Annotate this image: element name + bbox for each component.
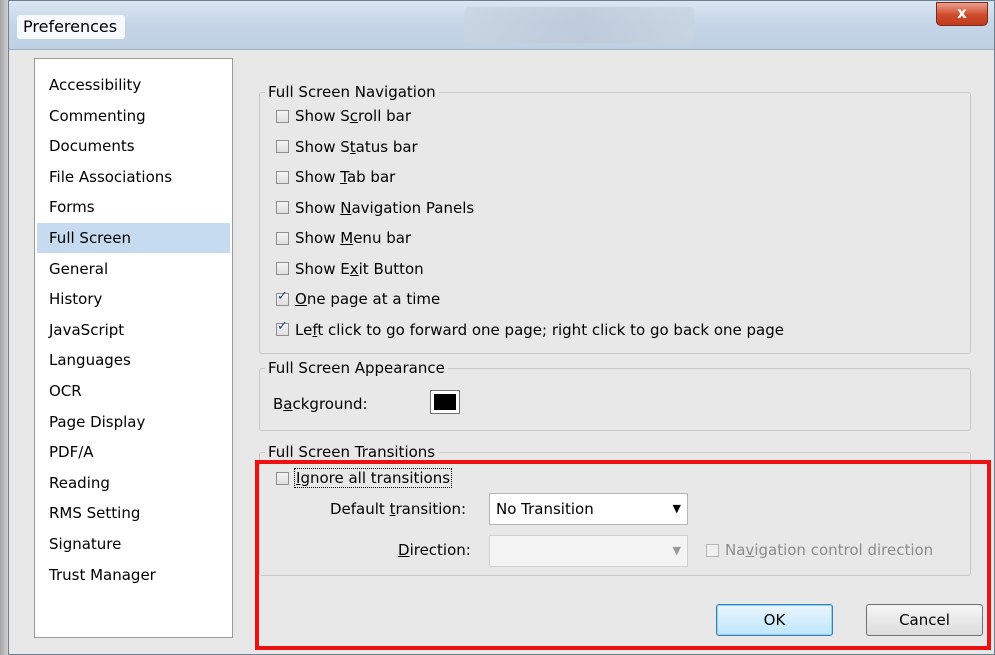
navigation-option-label: Show Status bar <box>295 137 418 156</box>
navigation-option-label: One page at a time <box>295 290 441 308</box>
default-transition-label: Default transition: <box>330 500 467 518</box>
navigation-option-label: Show Exit Button <box>295 259 424 278</box>
direction-label: Direction: <box>398 541 471 559</box>
navigation-option[interactable]: Show Tab bar <box>276 166 395 188</box>
background-window-edge <box>0 0 8 655</box>
navigation-option-label: Show Menu bar <box>295 229 412 247</box>
ignore-transitions-checkbox[interactable] <box>276 471 289 485</box>
category-item-pdf-a[interactable]: PDF/A <box>37 437 230 467</box>
direction-select[interactable]: ▼ <box>489 535 688 567</box>
navigation-option[interactable]: Show Exit Button <box>276 258 424 280</box>
default-transition-select[interactable]: No Transition ▼ <box>489 493 688 525</box>
category-item-signature[interactable]: Signature <box>37 529 230 559</box>
navigation-control-direction-label: Navigation control direction <box>725 541 934 559</box>
navigation-group-title: Full Screen Navigation <box>265 82 439 102</box>
category-item-accessibility[interactable]: Accessibility <box>37 70 230 100</box>
close-button[interactable]: x <box>936 2 988 26</box>
ignore-transitions-label: Ignore all transitions <box>293 468 453 488</box>
category-item-languages[interactable]: Languages <box>37 345 230 375</box>
navigation-option[interactable]: Show Menu bar <box>276 227 411 249</box>
navigation-control-direction-option[interactable]: Navigation control direction <box>706 539 933 561</box>
category-list[interactable]: Accessibility Commenting Documents File Ass… <box>34 58 233 638</box>
category-item-javascript[interactable]: JavaScript <box>37 315 230 345</box>
navigation-option-checkbox[interactable] <box>276 109 289 123</box>
background-label: Background: <box>273 395 368 413</box>
navigation-option-checkbox[interactable] <box>276 289 289 306</box>
navigation-option-label: Show Navigation Panels <box>295 198 475 217</box>
navigation-option[interactable]: Show Scroll bar <box>276 105 411 127</box>
category-item-rms-setting[interactable]: RMS Setting <box>37 498 230 528</box>
navigation-option[interactable]: One page at a time <box>276 288 440 310</box>
navigation-option-label: Left click to go forward one page; right… <box>295 320 784 339</box>
category-item-page-display[interactable]: Page Display <box>37 407 230 437</box>
navigation-option-label: Show Scroll bar <box>295 107 412 125</box>
appearance-group-title: Full Screen Appearance <box>265 358 448 378</box>
category-item-forms[interactable]: Forms <box>37 192 230 222</box>
cancel-button[interactable]: Cancel <box>866 604 983 636</box>
category-item-full-screen[interactable]: Full Screen <box>37 223 230 253</box>
category-item-commenting[interactable]: Commenting <box>37 101 230 131</box>
navigation-option[interactable]: Left click to go forward one page; right… <box>276 319 784 341</box>
blurred-background-region <box>464 7 694 43</box>
ignore-transitions-option[interactable]: Ignore all transitions <box>276 467 453 489</box>
default-transition-value: No Transition <box>496 500 594 518</box>
navigation-control-direction-checkbox[interactable] <box>706 543 719 557</box>
navigation-option[interactable]: Show Navigation Panels <box>276 197 474 219</box>
category-item-ocr[interactable]: OCR <box>37 376 230 406</box>
navigation-option-checkbox[interactable] <box>276 201 289 214</box>
navigation-option-checkbox[interactable] <box>276 319 289 336</box>
transitions-group-title: Full Screen Transitions <box>265 442 439 462</box>
category-item-history[interactable]: History <box>37 284 230 314</box>
navigation-group: Full Screen Navigation <box>259 82 971 354</box>
navigation-option[interactable]: Show Status bar <box>276 136 418 158</box>
navigation-option-label: Show Tab bar <box>295 168 396 186</box>
title-bar[interactable]: Preferences x <box>9 1 994 50</box>
navigation-option-checkbox[interactable] <box>276 231 289 245</box>
category-item-file-associations[interactable]: File Associations <box>37 162 230 192</box>
navigation-option-checkbox[interactable] <box>276 140 289 153</box>
background-color-picker[interactable] <box>430 390 460 414</box>
category-item-general[interactable]: General <box>37 254 230 284</box>
navigation-option-checkbox[interactable] <box>276 170 289 184</box>
dialog-title: Preferences <box>17 15 126 39</box>
category-item-reading[interactable]: Reading <box>37 468 230 498</box>
chevron-down-icon: ▼ <box>672 544 681 557</box>
ok-button[interactable]: OK <box>716 604 833 636</box>
category-item-documents[interactable]: Documents <box>37 131 230 161</box>
navigation-option-checkbox[interactable] <box>276 262 289 275</box>
category-item-trust-manager[interactable]: Trust Manager <box>37 560 230 590</box>
chevron-down-icon: ▼ <box>672 502 681 515</box>
